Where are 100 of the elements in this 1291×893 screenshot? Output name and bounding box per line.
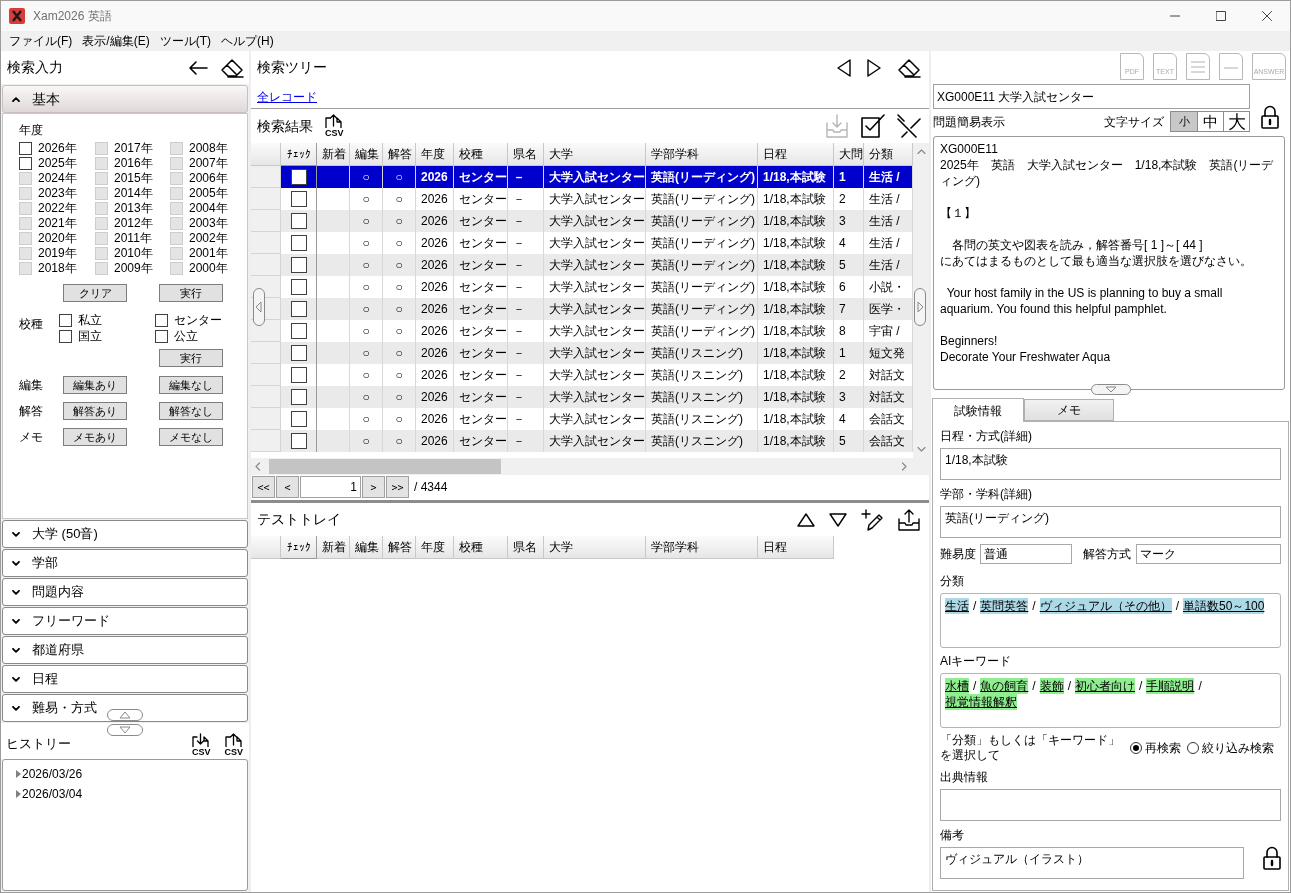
scroll-up-icon[interactable]	[916, 149, 926, 154]
checkbox[interactable]	[290, 279, 307, 295]
answer-format-field[interactable]: マーク	[1136, 544, 1281, 564]
table-row[interactable]: ○ ○ 2026 センター － 大学入試センター 英語(リーディング) 1/18,本試験 5 生活 /	[251, 254, 913, 276]
category-tag[interactable]: 生活	[945, 598, 969, 614]
radio-button[interactable]	[1187, 742, 1199, 754]
splitter-left-icon[interactable]	[253, 288, 265, 326]
eraser-icon[interactable]	[220, 57, 244, 78]
filter-button[interactable]: 編集なし	[159, 376, 223, 394]
filter-button[interactable]: メモなし	[159, 428, 223, 446]
csv-import-button[interactable]: CSV	[191, 733, 211, 757]
table-row[interactable]: ○ ○ 2026 センター － 大学入試センター 英語(リーディング) 1/18,本試験 4 生活 /	[251, 232, 913, 254]
back-arrow-icon[interactable]	[188, 59, 208, 76]
table-row[interactable]: ○ ○ 2026 センター － 大学入試センター 英語(リーディング) 1/18,本試験 2 生活 /	[251, 188, 913, 210]
column-header[interactable]: 大学	[544, 536, 646, 559]
checkbox[interactable]	[290, 389, 307, 405]
csv-export-button[interactable]: CSV	[224, 733, 243, 757]
filter-button[interactable]: メモあり	[63, 428, 127, 446]
accordion-header[interactable]: 学部	[2, 549, 248, 577]
tray-upload-icon[interactable]	[897, 508, 921, 531]
category-field[interactable]: 生活 / 英問英答 / ヴィジュアル（その他） / 単語数50～100	[940, 593, 1281, 648]
table-row[interactable]: ○ ○ 2026 センター － 大学入試センター 英語(リスニング) 1/18,本試験 4 会話文	[251, 408, 913, 430]
scroll-left-icon[interactable]	[255, 462, 260, 471]
maximize-icon[interactable]	[1216, 11, 1226, 21]
checkbox[interactable]	[59, 329, 72, 343]
keyword-tag[interactable]: 初心者向け	[1075, 678, 1136, 694]
checkbox[interactable]	[290, 235, 307, 251]
filter-button[interactable]: 編集あり	[63, 376, 127, 394]
column-header[interactable]: 編集	[350, 143, 383, 166]
checkbox[interactable]	[290, 345, 307, 361]
table-row[interactable]: ○ ○ 2026 センター － 大学入試センター 英語(リーディング) 1/18,本試験 3 生活 /	[251, 210, 913, 232]
accordion-header[interactable]: 日程	[2, 665, 248, 693]
right-triangle-icon[interactable]	[867, 58, 881, 77]
keyword-tag[interactable]: 魚の飼育	[980, 678, 1029, 694]
tab[interactable]: 試験情報	[932, 398, 1024, 422]
accordion-header[interactable]: 問題内容	[2, 578, 248, 606]
checkbox[interactable]	[59, 313, 72, 327]
splitter-down-icon[interactable]	[107, 724, 143, 736]
checkbox[interactable]	[290, 367, 307, 383]
keyword-field[interactable]: 水槽 / 魚の飼育 / 装飾 / 初心者向け / 手順説明 / 視覚情報解釈	[940, 673, 1281, 728]
next-page-button[interactable]: >	[362, 476, 385, 498]
table-row[interactable]: ○ ○ 2026 センター － 大学入試センター 英語(リーディング) 1/18,本試験 1 生活 /	[251, 166, 913, 188]
up-triangle-icon[interactable]	[797, 512, 815, 527]
tree-item[interactable]: 2026/03/04	[22, 785, 83, 803]
pencil-plus-icon[interactable]	[861, 508, 883, 531]
table-row[interactable]: ○ ○ 2026 センター － 大学入試センター 英語(リスニング) 1/18,本試験 5 会話文	[251, 430, 913, 452]
splitter-up-icon[interactable]	[107, 709, 143, 721]
table-row[interactable]: ○ ○ 2026 センター － 大学入試センター 英語(リーディング) 1/18,本試験 6 小説・	[251, 276, 913, 298]
last-page-button[interactable]: >>	[386, 476, 409, 498]
font-size-option[interactable]: 小	[1171, 112, 1197, 131]
column-header[interactable]: 新着	[317, 143, 350, 166]
csv-export-button[interactable]: CSV	[325, 114, 344, 138]
department-field[interactable]: 英語(リーディング)	[940, 506, 1281, 538]
accordion-header[interactable]: 基本	[2, 85, 248, 113]
column-header[interactable]: 県名	[508, 536, 544, 559]
checkbox[interactable]	[290, 411, 307, 427]
column-header[interactable]: 校種	[454, 143, 508, 166]
checkbox[interactable]	[290, 301, 307, 317]
horizontal-scrollbar[interactable]	[251, 458, 913, 475]
font-size-option[interactable]: 大	[1223, 112, 1249, 131]
checkbox[interactable]	[290, 433, 307, 449]
checked-box-icon[interactable]	[861, 114, 885, 138]
splitter-right-icon[interactable]	[914, 288, 926, 326]
down-triangle-icon[interactable]	[829, 512, 847, 527]
run-button[interactable]: 実行	[159, 284, 223, 302]
record-title-field[interactable]: XG000E11 大学入試センター	[933, 84, 1250, 109]
clear-button[interactable]: クリア	[63, 284, 127, 302]
column-header[interactable]: 編集	[350, 536, 383, 559]
accordion-header[interactable]: 都道府県	[2, 636, 248, 664]
accordion-header[interactable]: フリーワード	[2, 607, 248, 635]
source-field[interactable]	[940, 789, 1281, 821]
left-triangle-icon[interactable]	[837, 58, 851, 77]
table-row[interactable]: ○ ○ 2026 センター － 大学入試センター 英語(リーディング) 1/18,本試験 8 宇宙 /	[251, 320, 913, 342]
filter-button[interactable]: 解答あり	[63, 402, 127, 420]
category-tag[interactable]: 英問英答	[980, 598, 1029, 614]
column-header[interactable]: 解答	[383, 536, 416, 559]
keyword-tag[interactable]: 視覚情報解釈	[945, 694, 1017, 710]
tree-item[interactable]: 2026/03/26	[22, 765, 83, 783]
column-header[interactable]: 分類	[864, 143, 913, 166]
radio-button[interactable]	[1130, 742, 1142, 754]
menu-item[interactable]: ファイル(F)	[4, 31, 78, 51]
menu-item[interactable]: ツール(T)	[154, 31, 216, 51]
keyword-tag[interactable]: 装飾	[1039, 678, 1064, 694]
close-icon[interactable]	[1262, 11, 1272, 21]
link[interactable]: 全レコード	[257, 90, 317, 104]
column-header[interactable]: ﾁｪｯｸ	[281, 143, 317, 166]
padlock-icon[interactable]	[1263, 846, 1281, 870]
checkbox[interactable]	[19, 142, 32, 155]
column-header[interactable]: 県名	[508, 143, 544, 166]
table-row[interactable]: ○ ○ 2026 センター － 大学入試センター 英語(リスニング) 1/18,本試験 3 対話文	[251, 386, 913, 408]
column-header[interactable]: ﾁｪｯｸ	[281, 536, 317, 559]
column-header[interactable]: 大学	[544, 143, 646, 166]
scrollbar-thumb[interactable]	[269, 459, 501, 474]
checkbox[interactable]	[290, 257, 307, 273]
column-header[interactable]: 日程	[758, 143, 834, 166]
accordion-header[interactable]: 難易・方式	[2, 694, 248, 722]
previous-page-button[interactable]: <	[276, 476, 299, 498]
collapsed-triangle-icon[interactable]	[16, 790, 21, 798]
checkbox[interactable]	[19, 157, 32, 170]
column-header[interactable]: 解答	[383, 143, 416, 166]
